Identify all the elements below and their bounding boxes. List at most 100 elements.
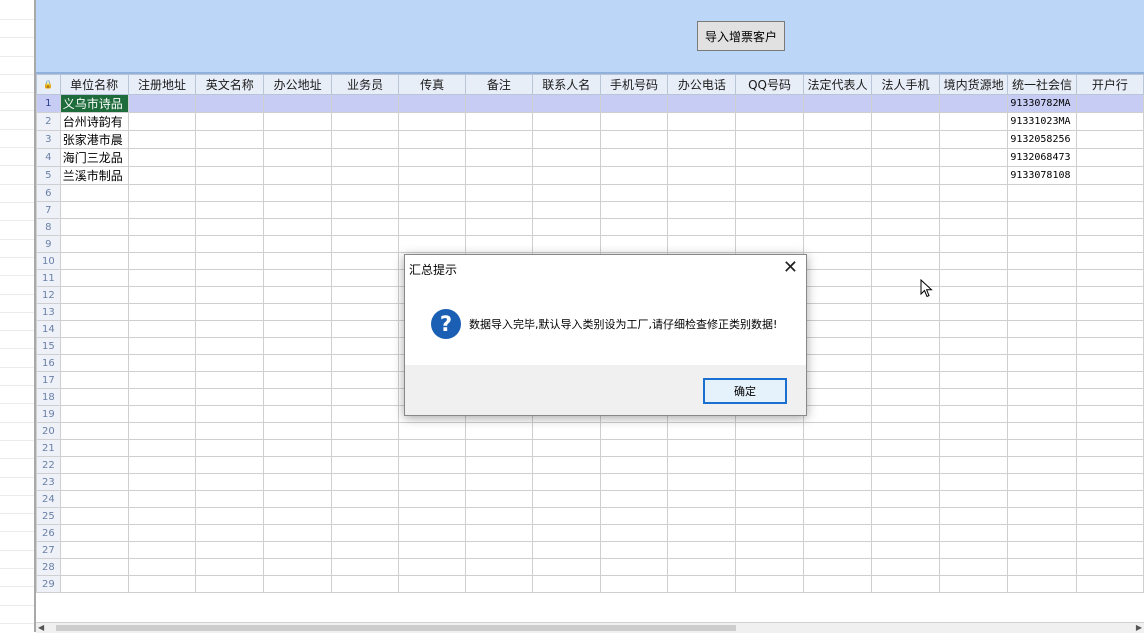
table-cell[interactable] — [263, 439, 333, 457]
table-cell[interactable] — [331, 235, 400, 253]
table-cell[interactable] — [802, 405, 873, 423]
company-name-cell[interactable] — [59, 320, 129, 338]
row-number[interactable]: 18 — [36, 388, 61, 406]
credit-code-cell[interactable] — [1007, 354, 1077, 372]
row-number[interactable]: 22 — [36, 456, 61, 474]
company-name-cell[interactable] — [59, 541, 129, 559]
table-cell[interactable] — [599, 439, 669, 457]
table-cell[interactable] — [1075, 130, 1144, 149]
table-cell[interactable] — [938, 148, 1009, 167]
table-cell[interactable] — [802, 456, 873, 474]
table-cell[interactable] — [1075, 490, 1144, 508]
table-cell[interactable] — [195, 558, 265, 576]
table-cell[interactable] — [938, 388, 1009, 406]
table-cell[interactable] — [871, 456, 940, 474]
table-cell[interactable] — [465, 558, 533, 576]
table-cell[interactable] — [263, 252, 333, 270]
table-cell[interactable] — [331, 371, 400, 389]
table-cell[interactable] — [127, 524, 197, 542]
table-cell[interactable] — [263, 112, 333, 131]
row-number[interactable]: 6 — [36, 184, 61, 202]
table-cell[interactable] — [398, 201, 467, 219]
table-cell[interactable] — [465, 94, 533, 113]
table-cell[interactable] — [127, 94, 197, 113]
credit-code-cell[interactable]: 91331023MA — [1007, 112, 1077, 131]
table-cell[interactable] — [938, 524, 1009, 542]
row-number[interactable]: 13 — [36, 303, 61, 321]
table-cell[interactable] — [667, 456, 737, 474]
company-name-cell[interactable] — [59, 337, 129, 355]
table-cell[interactable] — [802, 112, 873, 131]
row-number[interactable]: 5 — [36, 166, 61, 185]
table-cell[interactable] — [938, 422, 1009, 440]
table-row[interactable]: 8 — [36, 218, 1144, 236]
table-cell[interactable] — [1075, 524, 1144, 542]
table-cell[interactable] — [802, 201, 873, 219]
ok-button[interactable]: 确定 — [703, 378, 787, 404]
table-cell[interactable] — [735, 541, 804, 559]
table-cell[interactable] — [531, 524, 601, 542]
table-cell[interactable] — [667, 94, 737, 113]
table-cell[interactable] — [263, 303, 333, 321]
table-cell[interactable] — [802, 575, 873, 593]
table-cell[interactable] — [465, 148, 533, 167]
table-cell[interactable] — [195, 354, 265, 372]
credit-code-cell[interactable] — [1007, 371, 1077, 389]
table-cell[interactable] — [263, 507, 333, 525]
scrollbar-thumb[interactable] — [56, 625, 736, 631]
column-header[interactable]: 法定代表人 — [802, 74, 873, 95]
table-cell[interactable] — [195, 94, 265, 113]
company-name-cell[interactable]: 兰溪市制品 — [59, 166, 129, 185]
table-cell[interactable] — [938, 541, 1009, 559]
table-cell[interactable] — [195, 184, 265, 202]
table-cell[interactable] — [127, 201, 197, 219]
table-row[interactable]: 4 海门三龙品 9132068473 — [36, 148, 1144, 167]
table-cell[interactable] — [938, 507, 1009, 525]
row-number[interactable]: 25 — [36, 507, 61, 525]
table-cell[interactable] — [531, 112, 601, 131]
table-cell[interactable] — [263, 184, 333, 202]
row-number[interactable]: 20 — [36, 422, 61, 440]
table-cell[interactable] — [195, 218, 265, 236]
column-header[interactable]: 统一社会信 — [1007, 74, 1077, 95]
table-cell[interactable] — [531, 473, 601, 491]
table-cell[interactable] — [195, 252, 265, 270]
table-cell[interactable] — [1075, 439, 1144, 457]
table-cell[interactable] — [331, 112, 400, 131]
table-cell[interactable] — [871, 558, 940, 576]
table-cell[interactable] — [127, 235, 197, 253]
table-cell[interactable] — [802, 439, 873, 457]
table-cell[interactable] — [331, 388, 400, 406]
table-cell[interactable] — [667, 541, 737, 559]
table-cell[interactable] — [735, 422, 804, 440]
table-cell[interactable] — [871, 148, 940, 167]
table-cell[interactable] — [871, 337, 940, 355]
table-cell[interactable] — [667, 184, 737, 202]
column-header[interactable]: 境内货源地 — [938, 74, 1009, 95]
table-cell[interactable] — [1075, 148, 1144, 167]
credit-code-cell[interactable] — [1007, 507, 1077, 525]
table-cell[interactable] — [531, 575, 601, 593]
table-cell[interactable] — [871, 94, 940, 113]
table-cell[interactable] — [398, 94, 467, 113]
table-cell[interactable] — [465, 184, 533, 202]
table-cell[interactable] — [263, 130, 333, 149]
column-header[interactable]: 手机号码 — [599, 74, 669, 95]
table-cell[interactable] — [599, 94, 669, 113]
table-cell[interactable] — [735, 524, 804, 542]
row-number[interactable]: 2 — [36, 112, 61, 131]
table-cell[interactable] — [938, 320, 1009, 338]
column-header[interactable]: 单位名称 — [59, 74, 129, 95]
table-cell[interactable] — [667, 201, 737, 219]
row-number[interactable]: 1 — [36, 94, 61, 113]
table-cell[interactable] — [1075, 422, 1144, 440]
table-cell[interactable] — [195, 371, 265, 389]
table-cell[interactable] — [667, 507, 737, 525]
column-header[interactable]: 业务员 — [331, 74, 400, 95]
table-cell[interactable] — [938, 575, 1009, 593]
table-cell[interactable] — [938, 184, 1009, 202]
table-cell[interactable] — [802, 490, 873, 508]
table-cell[interactable] — [398, 575, 467, 593]
table-cell[interactable] — [331, 456, 400, 474]
company-name-cell[interactable] — [59, 422, 129, 440]
